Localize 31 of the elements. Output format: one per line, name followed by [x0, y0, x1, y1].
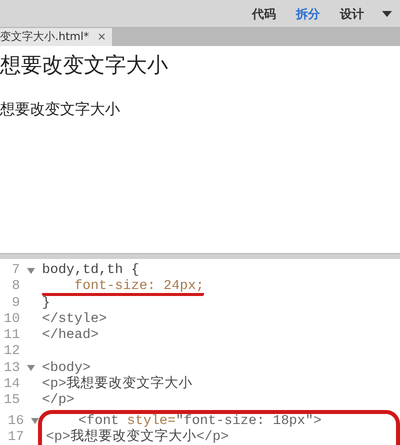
fold-arrow-icon[interactable]	[27, 268, 35, 274]
code-line: <p>我想要改变文字大小	[42, 377, 192, 393]
caret-icon[interactable]	[382, 10, 392, 16]
code-line: body,td,th {	[42, 263, 140, 279]
line-number: 8	[10, 279, 20, 296]
line-number: 15	[2, 393, 20, 410]
fold-arrow-icon[interactable]	[31, 418, 39, 424]
line-number: 7	[10, 263, 20, 280]
code-line: </style>	[42, 312, 107, 328]
line-number: 13	[2, 360, 20, 378]
heading-text: 想要改变文字大小	[0, 52, 169, 79]
code-line: <p>我想要改变文字大小</p>	[46, 430, 229, 445]
fold-arrow-icon[interactable]	[27, 365, 35, 372]
line-number: 11	[2, 328, 20, 344]
code-line: }	[42, 296, 50, 312]
line-number: 14	[2, 377, 20, 394]
close-icon[interactable]: ×	[97, 28, 106, 46]
document-tab[interactable]: 变文字大小.html* ×	[0, 28, 112, 46]
code-line: </head>	[42, 328, 99, 344]
code-line: font-size: 24px;	[42, 279, 204, 296]
view-tab[interactable]: 设计	[330, 4, 374, 22]
line-number: 17	[6, 430, 24, 445]
line-number: 9	[10, 296, 20, 312]
line-number: 16	[6, 414, 24, 430]
line-number: 12	[2, 344, 20, 361]
code-line: </p>	[42, 393, 74, 410]
code-line: <font style="font-size: 18px">	[77, 414, 322, 429]
paragraph-text: 想要改变文字大小	[0, 98, 121, 120]
view-tab[interactable]: 代码	[242, 4, 286, 22]
line-number: 10	[2, 312, 20, 328]
code-line: <body>	[42, 360, 91, 376]
